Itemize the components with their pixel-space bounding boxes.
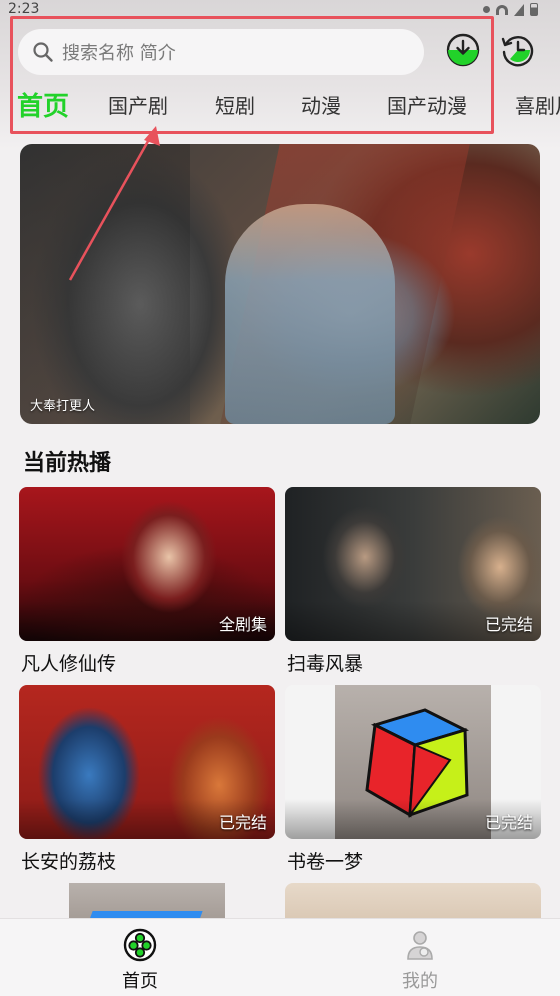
banner-left-panel xyxy=(20,144,190,424)
nav-item-mine[interactable]: 我的 xyxy=(350,919,490,996)
video-thumbnail: 已完结 xyxy=(285,487,541,641)
battery-icon xyxy=(530,3,538,16)
video-thumbnail: 已完结 xyxy=(19,685,275,839)
category-tabs: 首页 国产剧 短剧 动漫 国产动漫 喜剧片 xyxy=(0,82,560,132)
status-time: 2:23 xyxy=(8,1,40,17)
status-bar: 2:23 xyxy=(0,0,560,22)
nav-item-home[interactable]: 首页 xyxy=(70,919,210,996)
video-title: 凡人修仙传 xyxy=(21,653,117,675)
nav-label-mine: 我的 xyxy=(402,971,438,992)
video-thumbnail-partial[interactable] xyxy=(69,883,225,923)
search-icon xyxy=(33,42,53,62)
video-card[interactable]: 全剧集 凡人修仙传 xyxy=(19,487,275,676)
status-badge: 已完结 xyxy=(484,615,533,634)
profile-icon xyxy=(407,931,433,960)
notification-dot-icon xyxy=(483,6,490,13)
cellular-signal-icon xyxy=(514,3,524,16)
banner-caption: 大奉打更人 xyxy=(30,399,96,414)
status-badge: 全剧集 xyxy=(218,615,267,634)
banner-carousel[interactable]: 大奉打更人 xyxy=(20,144,540,424)
video-title: 扫毒风暴 xyxy=(287,653,364,675)
history-icon xyxy=(501,36,534,67)
nav-label-home: 首页 xyxy=(122,971,158,992)
download-button[interactable] xyxy=(445,32,481,68)
video-title: 书卷一梦 xyxy=(287,851,364,873)
video-card[interactable]: 已完结 扫毒风暴 xyxy=(285,487,541,676)
tab-short-drama[interactable]: 短剧 xyxy=(215,90,255,119)
tab-domestic-anime[interactable]: 国产动漫 xyxy=(387,90,467,119)
tab-domestic-drama[interactable]: 国产剧 xyxy=(108,90,168,119)
home-icon xyxy=(123,928,157,962)
status-badge: 已完结 xyxy=(218,813,267,832)
video-title: 长安的荔枝 xyxy=(21,851,117,873)
tab-comedy[interactable]: 喜剧片 xyxy=(515,90,560,119)
tab-anime[interactable]: 动漫 xyxy=(301,90,341,119)
wifi-icon xyxy=(496,4,508,15)
video-card[interactable]: 已完结 书卷一梦 xyxy=(285,685,541,874)
bottom-navigation: 首页 我的 xyxy=(0,918,560,996)
tab-home[interactable]: 首页 xyxy=(17,86,69,123)
search-input[interactable]: 搜索名称 简介 xyxy=(18,29,424,75)
video-thumbnail: 全剧集 xyxy=(19,487,275,641)
video-card[interactable]: 已完结 长安的荔枝 xyxy=(19,685,275,874)
status-icons xyxy=(483,3,538,16)
download-icon xyxy=(446,33,480,67)
section-title: 当前热播 xyxy=(23,451,112,476)
video-thumbnail-partial[interactable] xyxy=(285,883,541,923)
search-placeholder: 搜索名称 简介 xyxy=(62,43,176,64)
banner-figure xyxy=(225,204,395,424)
video-thumbnail: 已完结 xyxy=(285,685,541,839)
history-button[interactable] xyxy=(500,32,536,68)
status-badge: 已完结 xyxy=(484,813,533,832)
